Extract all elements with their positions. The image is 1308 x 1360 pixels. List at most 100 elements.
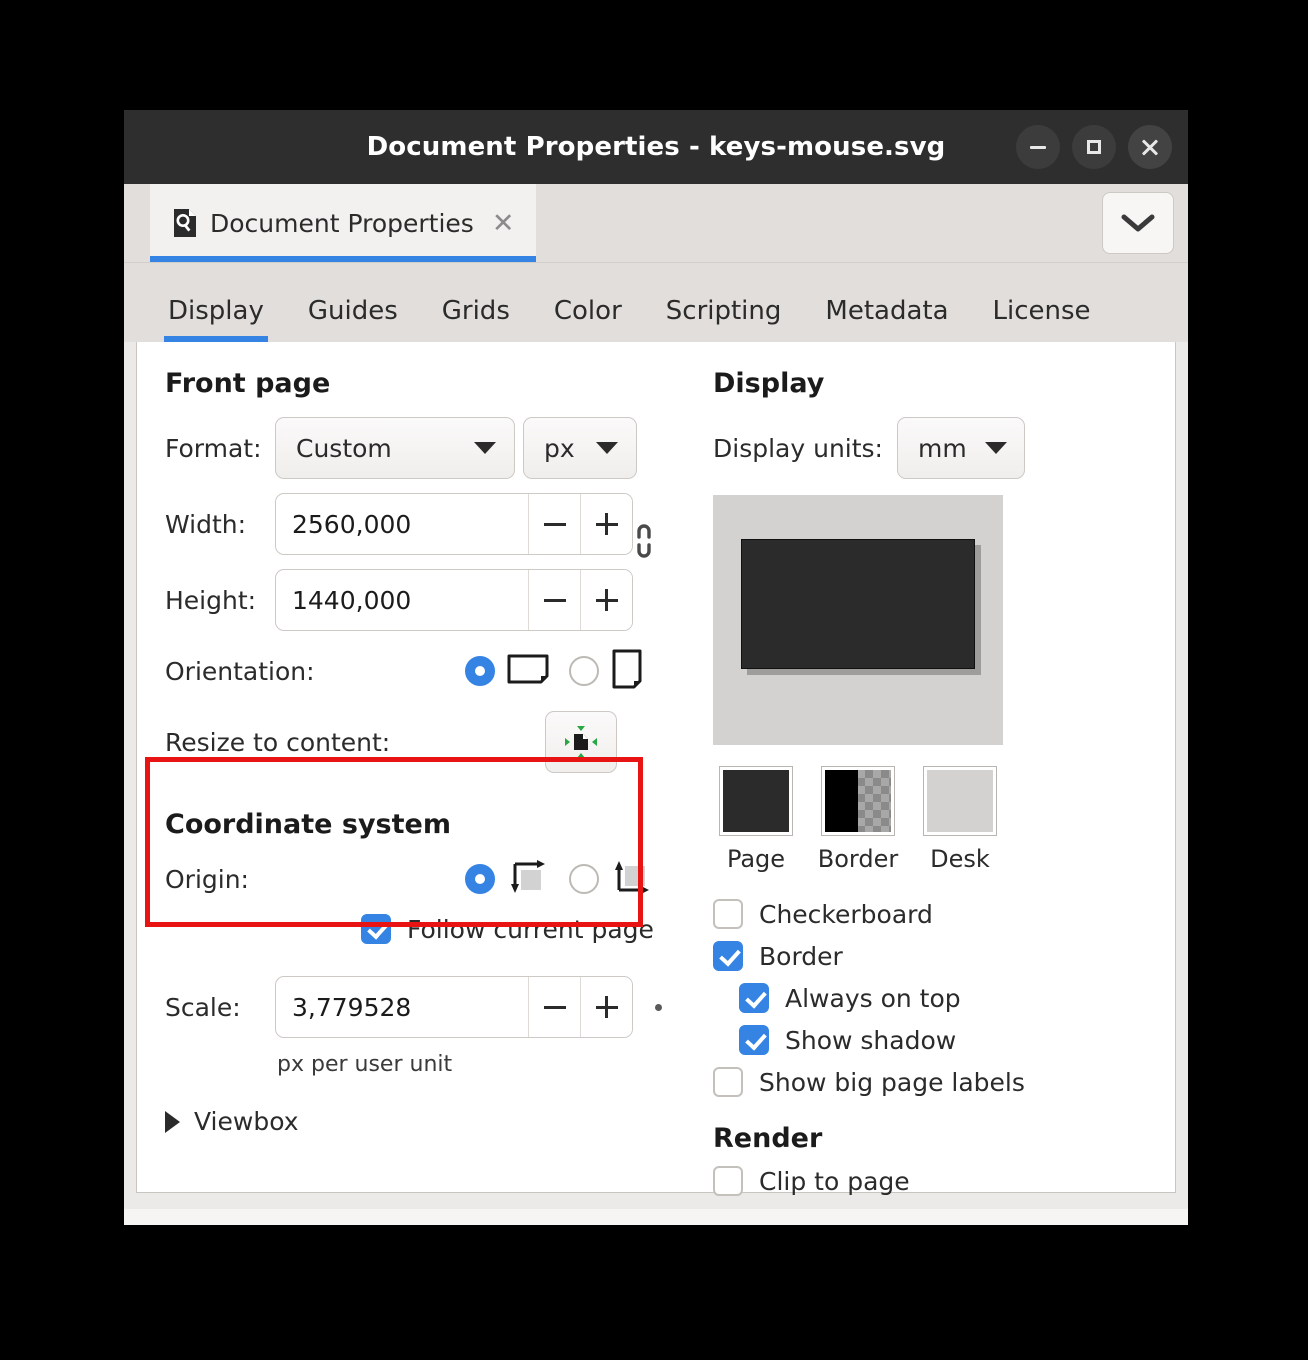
follow-current-page-row[interactable]: Follow current page <box>361 914 685 944</box>
tab-license[interactable]: License <box>971 296 1113 342</box>
tab-scripting[interactable]: Scripting <box>644 296 804 342</box>
minimize-icon <box>1030 145 1046 149</box>
chevron-down-icon <box>474 442 496 454</box>
origin-y-down-icon <box>507 858 549 900</box>
height-row: Height: 1440,000 <box>165 569 685 631</box>
minimize-button[interactable] <box>1016 125 1060 169</box>
tab-document-properties[interactable]: Document Properties ✕ <box>150 184 537 262</box>
height-spinbutton[interactable]: 1440,000 <box>275 569 633 631</box>
width-increment-button[interactable] <box>580 494 632 554</box>
tab-color-label: Color <box>553 296 622 326</box>
minus-icon <box>543 513 566 535</box>
show-big-page-labels-checkbox[interactable] <box>713 1067 743 1097</box>
height-input[interactable]: 1440,000 <box>276 570 528 630</box>
border-color-swatch[interactable] <box>821 766 895 836</box>
show-big-page-labels-label: Show big page labels <box>759 1067 1025 1097</box>
tab-menu-button[interactable] <box>1102 192 1174 254</box>
display-units-label: Display units: <box>713 433 883 463</box>
tab-grids-label: Grids <box>441 296 510 326</box>
width-input[interactable]: 2560,000 <box>276 494 528 554</box>
display-units-select[interactable]: mm <box>896 417 1025 479</box>
tab-guides-label: Guides <box>307 296 398 326</box>
border-label: Border <box>759 941 843 971</box>
follow-current-page-label: Follow current page <box>407 914 654 944</box>
display-units-value: mm <box>917 433 967 463</box>
close-button[interactable] <box>1128 125 1172 169</box>
checkerboard-checkbox[interactable] <box>713 899 743 929</box>
maximize-button[interactable] <box>1072 125 1116 169</box>
orientation-portrait-radio[interactable] <box>569 656 599 686</box>
orientation-label: Orientation: <box>165 656 315 686</box>
landscape-icon <box>507 653 549 689</box>
dialog-tab-label: Document Properties <box>210 208 474 238</box>
resize-to-content-button[interactable] <box>545 711 617 773</box>
desk-color-swatch[interactable] <box>923 766 997 836</box>
scale-indicator-dot <box>655 1003 662 1011</box>
tab-guides[interactable]: Guides <box>286 296 420 342</box>
show-big-page-labels-row[interactable]: Show big page labels <box>713 1067 1175 1097</box>
page-color-swatch[interactable] <box>719 766 793 836</box>
scale-row: Scale: 3,779528 <box>165 976 685 1038</box>
tab-color[interactable]: Color <box>532 296 644 342</box>
plus-icon <box>595 513 618 535</box>
origin-top-left-radio[interactable] <box>465 864 495 894</box>
display-checkbox-group: Checkerboard Border Always on top Show s… <box>713 899 1175 1097</box>
chevron-down-icon <box>1121 214 1155 232</box>
scale-spinbutton[interactable]: 3,779528 <box>275 976 633 1038</box>
display-panel: Front page Format: Custom px Width: 2560… <box>136 342 1176 1196</box>
format-value: Custom <box>296 433 392 463</box>
width-row: Width: 2560,000 <box>165 493 685 555</box>
window-footer <box>124 1209 1188 1225</box>
origin-y-up-icon <box>611 858 653 900</box>
window-controls <box>1016 125 1188 169</box>
show-shadow-row[interactable]: Show shadow <box>713 1025 1175 1055</box>
document-properties-icon <box>172 208 198 238</box>
show-shadow-checkbox[interactable] <box>739 1025 769 1055</box>
display-units-row: Display units: mm <box>713 417 1175 479</box>
origin-label: Origin: <box>165 864 249 894</box>
plus-icon <box>595 996 618 1018</box>
width-spinbutton[interactable]: 2560,000 <box>275 493 633 555</box>
format-row: Format: Custom px <box>165 417 685 479</box>
minus-icon <box>543 589 566 611</box>
clip-to-page-checkbox[interactable] <box>713 1166 743 1196</box>
desk-color-label: Desk <box>930 845 990 873</box>
format-select[interactable]: Custom <box>275 417 515 479</box>
scale-increment-button[interactable] <box>580 977 632 1037</box>
checkerboard-row[interactable]: Checkerboard <box>713 899 1175 929</box>
coordinate-system-section: Coordinate system Origin: Follow current… <box>165 787 685 944</box>
fit-page-to-content-icon <box>565 726 597 758</box>
border-color-item: Border <box>815 766 901 873</box>
always-on-top-row[interactable]: Always on top <box>713 983 1175 1013</box>
border-row[interactable]: Border <box>713 941 1175 971</box>
tab-close-icon[interactable]: ✕ <box>492 210 515 237</box>
section-tab-bar: Display Guides Grids Color Scripting Met… <box>124 262 1188 342</box>
border-checkbox[interactable] <box>713 941 743 971</box>
height-decrement-button[interactable] <box>528 570 580 630</box>
origin-bottom-left-radio[interactable] <box>569 864 599 894</box>
tab-display[interactable]: Display <box>146 296 286 342</box>
render-heading: Render <box>713 1123 823 1154</box>
resize-to-content-row: Resize to content: <box>165 711 685 773</box>
unit-select[interactable]: px <box>523 417 637 479</box>
always-on-top-label: Always on top <box>785 983 961 1013</box>
tab-metadata[interactable]: Metadata <box>803 296 970 342</box>
follow-current-page-checkbox[interactable] <box>361 914 391 944</box>
origin-row: Origin: <box>165 858 685 900</box>
width-label: Width: <box>165 509 247 539</box>
clip-to-page-label: Clip to page <box>759 1166 910 1196</box>
orientation-row: Orientation: <box>165 649 685 693</box>
viewbox-label: Viewbox <box>194 1107 299 1136</box>
scale-input[interactable]: 3,779528 <box>276 977 528 1037</box>
orientation-landscape-radio[interactable] <box>465 656 495 686</box>
viewbox-expander[interactable]: Viewbox <box>165 1107 685 1136</box>
height-increment-button[interactable] <box>580 570 632 630</box>
clip-to-page-row[interactable]: Clip to page <box>713 1166 1175 1196</box>
tab-grids[interactable]: Grids <box>420 296 532 342</box>
scale-decrement-button[interactable] <box>528 977 580 1037</box>
tab-license-label: License <box>992 296 1091 326</box>
always-on-top-checkbox[interactable] <box>739 983 769 1013</box>
broken-chain-icon[interactable] <box>631 518 657 564</box>
window-titlebar: Document Properties - keys-mouse.svg <box>124 110 1188 184</box>
width-decrement-button[interactable] <box>528 494 580 554</box>
